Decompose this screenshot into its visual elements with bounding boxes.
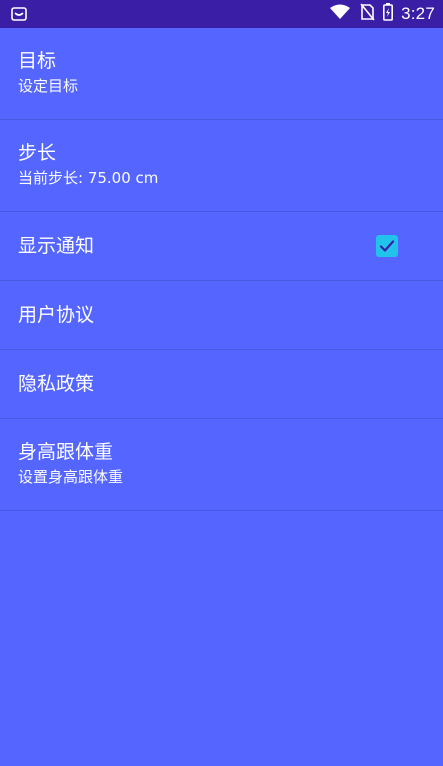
setting-privacy-policy[interactable]: 隐私政策 <box>0 350 443 419</box>
status-time: 3:27 <box>401 4 435 23</box>
checkmark-icon <box>379 240 395 252</box>
status-right: 3:27 <box>329 0 435 28</box>
setting-goal[interactable]: 目标 设定目标 <box>0 28 443 120</box>
battery-icon <box>383 3 394 25</box>
setting-show-notification-title: 显示通知 <box>18 235 95 257</box>
setting-step-length-title: 步长 <box>18 142 57 164</box>
no-sim-icon <box>359 3 375 25</box>
notification-icon <box>10 5 28 23</box>
setting-goal-subtitle: 设定目标 <box>18 77 79 95</box>
setting-user-agreement[interactable]: 用户协议 <box>0 281 443 350</box>
wifi-icon <box>329 4 351 24</box>
setting-height-weight-title: 身高跟体重 <box>18 441 114 463</box>
setting-step-length[interactable]: 步长 当前步长: 75.00 cm <box>0 120 443 212</box>
setting-height-weight-subtitle: 设置身高跟体重 <box>18 468 124 486</box>
setting-step-length-subtitle: 当前步长: 75.00 cm <box>18 169 159 187</box>
setting-privacy-policy-title: 隐私政策 <box>18 373 95 395</box>
settings-list: 目标 设定目标 步长 当前步长: 75.00 cm 显示通知 用户协议 隐私政策… <box>0 28 443 511</box>
setting-show-notification[interactable]: 显示通知 <box>0 212 443 281</box>
status-bar: 3:27 <box>0 0 443 28</box>
setting-height-weight[interactable]: 身高跟体重 设置身高跟体重 <box>0 419 443 511</box>
show-notification-checkbox[interactable] <box>376 235 398 257</box>
setting-user-agreement-title: 用户协议 <box>18 304 95 326</box>
setting-goal-title: 目标 <box>18 50 57 72</box>
